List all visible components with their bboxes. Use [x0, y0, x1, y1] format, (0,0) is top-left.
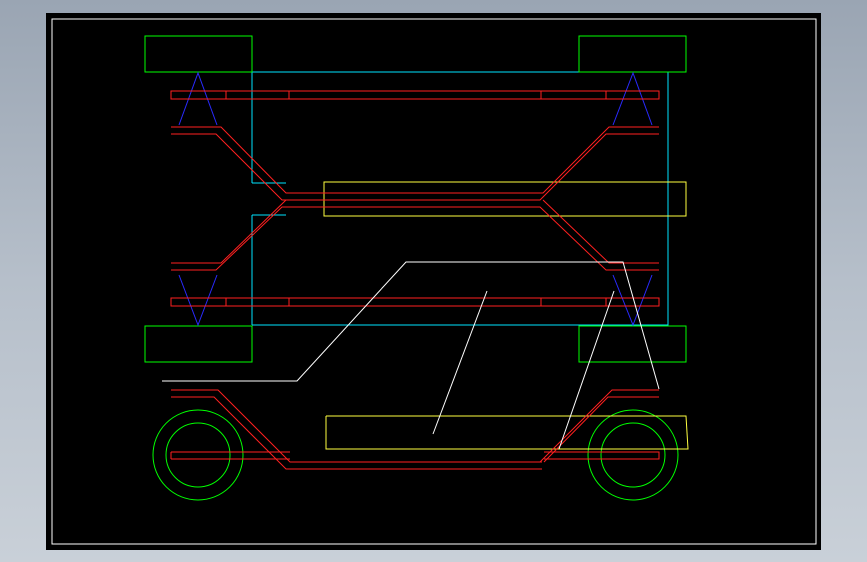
wheel-left-inner: [165, 422, 231, 488]
yellow-base: [325, 415, 689, 450]
pad-top-right: [578, 35, 687, 73]
green-elements: [144, 35, 687, 501]
wheel-right-inner: [600, 422, 666, 488]
rail-lower: [170, 297, 660, 307]
yellow-elements: [323, 181, 689, 450]
yellow-beam-top: [323, 181, 687, 217]
drawing-frame: [51, 18, 817, 545]
red-mechanism: [170, 90, 660, 470]
rail-top: [170, 90, 660, 100]
pad-bottom-left: [144, 325, 253, 363]
cad-viewport[interactable]: [46, 13, 821, 550]
cad-drawing: [51, 18, 817, 545]
cyan-frame: [251, 71, 669, 326]
blue-triangles: [178, 71, 653, 327]
pad-top-left: [144, 35, 253, 73]
